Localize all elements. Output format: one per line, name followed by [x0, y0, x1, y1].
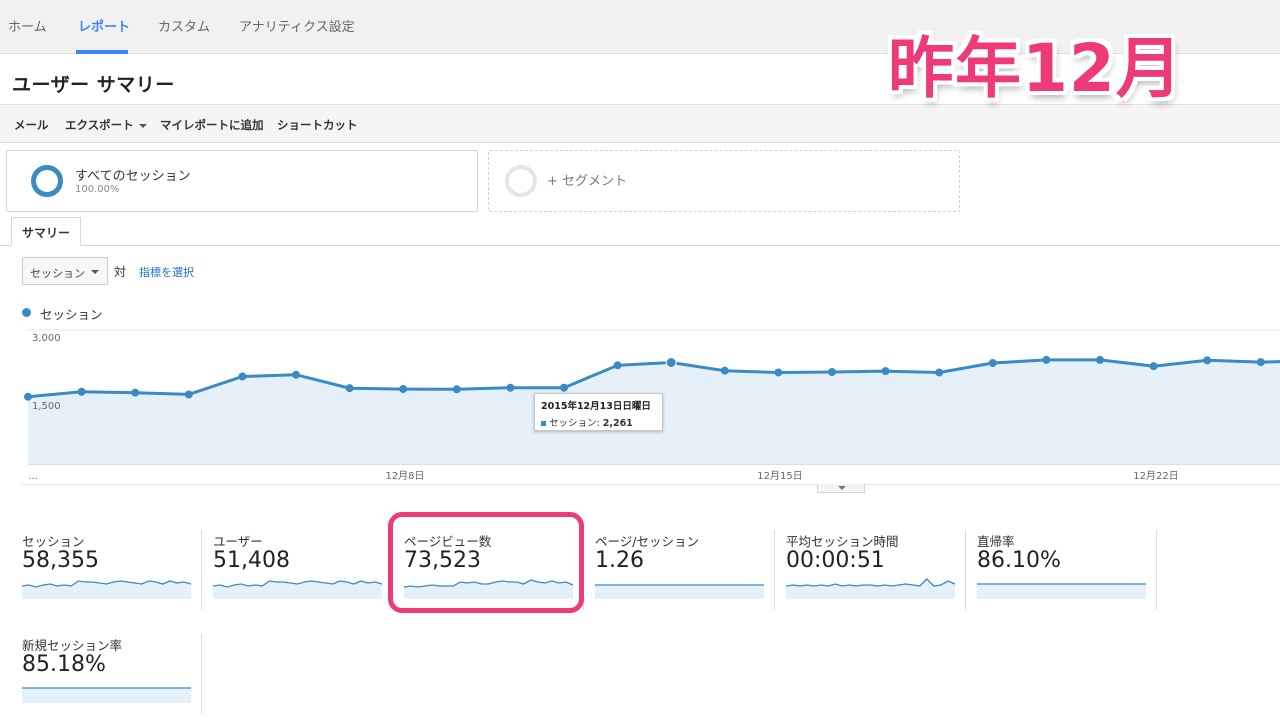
data-point: [184, 390, 193, 399]
tab-home[interactable]: ホーム: [8, 16, 47, 35]
data-point: [1203, 356, 1212, 365]
chart-tooltip: 2015年12月13日日曜日 セッション: 2,261: [534, 393, 663, 431]
data-point: [935, 368, 944, 377]
legend-label: セッション: [40, 307, 103, 322]
x-tick-label: 12月22日: [1133, 470, 1178, 482]
data-point: [506, 383, 515, 392]
data-point: [1149, 362, 1158, 371]
scorecard[interactable]: 直帰率 86.10%: [977, 531, 1163, 611]
add-segment-label: + セグメント: [547, 174, 628, 189]
active-tab-indicator: [76, 50, 128, 54]
data-point: [613, 361, 622, 370]
scorecard-divider: [201, 634, 202, 714]
data-point: [828, 368, 836, 377]
scorecard-value: 58,355: [22, 548, 99, 573]
scorecard-sparkline: [595, 584, 764, 599]
scorecard-divider: [965, 530, 966, 610]
tab-analytics-settings[interactable]: アナリティクス設定: [239, 16, 355, 35]
pick-metric-link[interactable]: 指標を選択: [139, 264, 194, 280]
scorecard-divider: [1156, 530, 1157, 610]
tab-custom[interactable]: カスタム: [158, 16, 210, 35]
metric-select[interactable]: セッション: [22, 257, 108, 285]
sparkline-area: [595, 585, 764, 599]
segment-percent: 100.00%: [75, 184, 120, 195]
sparkline-area: [977, 584, 1146, 599]
chevron-down-icon: [91, 270, 99, 274]
data-point: [292, 370, 300, 379]
scorecard[interactable]: 新規セッション率 85.18%: [22, 635, 208, 715]
scorecard-sparkline: [977, 583, 1146, 599]
scorecard-divider: [201, 530, 202, 610]
add-to-my-report-button[interactable]: マイレポートに追加: [160, 117, 264, 133]
scorecard-value: 86.10%: [977, 548, 1061, 573]
data-point: [1256, 358, 1265, 367]
mail-button[interactable]: メール: [14, 117, 49, 133]
y-tick-label: 1,500: [32, 401, 61, 412]
data-point: [24, 392, 32, 401]
scorecard-value: 85.18%: [22, 652, 106, 677]
chevron-down-icon: [838, 486, 846, 490]
scorecard-sparkline: [786, 578, 955, 599]
chart-bottom-border: [22, 484, 1280, 485]
scorecard-sparkline: [22, 687, 191, 703]
export-label: エクスポート: [65, 118, 134, 132]
series-square-icon: [541, 421, 546, 426]
data-point: [881, 367, 890, 376]
segment-ring-icon: [31, 165, 63, 197]
tooltip-value-row: セッション: 2,261: [541, 415, 656, 429]
report-toolbar: メール エクスポート マイレポートに追加 ショートカット: [0, 105, 1280, 143]
export-button[interactable]: エクスポート: [65, 117, 147, 133]
scorecard-value: 51,408: [213, 548, 290, 573]
data-point: [345, 384, 354, 393]
scorecard-divider: [774, 530, 775, 610]
x-tick-label: 12月8日: [385, 470, 424, 482]
pageviews-highlight-frame: [388, 512, 584, 613]
scorecard-sparkline: [213, 580, 382, 599]
data-point: [988, 359, 997, 368]
scorecard[interactable]: セッション 58,355: [22, 531, 208, 611]
segment-name: すべてのセッション: [75, 169, 191, 184]
tooltip-label: セッション:: [549, 418, 600, 429]
tab-summary[interactable]: サマリー: [11, 217, 81, 246]
chart-collapse-button[interactable]: [817, 484, 865, 493]
x-tick-label: …: [28, 471, 38, 482]
scorecard[interactable]: ユーザー 51,408: [213, 531, 399, 611]
tab-reports[interactable]: レポート: [78, 16, 130, 35]
versus-label: 対: [114, 265, 127, 279]
tooltip-value: 2,261: [602, 418, 633, 429]
tab-divider: [0, 245, 1280, 246]
sparkline-area: [22, 688, 191, 703]
metric-select-value: セッション: [30, 267, 85, 280]
x-tick-label: 12月15日: [757, 470, 802, 482]
data-point: [1042, 355, 1051, 364]
data-point: [774, 368, 783, 377]
data-point: [452, 385, 461, 394]
data-point: [1096, 355, 1104, 364]
scorecard-sparkline: [22, 580, 191, 599]
shortcut-button[interactable]: ショートカット: [277, 117, 358, 133]
data-point: [720, 366, 729, 375]
empty-segment-ring-icon: [505, 165, 537, 197]
page-title: ユーザー サマリー: [12, 74, 175, 96]
data-point: [665, 357, 677, 369]
data-point: [77, 387, 86, 396]
add-segment-button[interactable]: + セグメント: [488, 150, 960, 212]
segment-all-sessions[interactable]: すべてのセッション 100.00%: [6, 150, 478, 212]
scorecard-value: 00:00:51: [786, 548, 885, 573]
tooltip-date: 2015年12月13日日曜日: [541, 401, 651, 412]
legend-dot-icon: [22, 308, 31, 317]
scorecard-value: 1.26: [595, 548, 644, 573]
scorecard[interactable]: ページ/セッション 1.26: [595, 531, 781, 611]
data-point: [238, 372, 247, 381]
data-point: [560, 383, 568, 392]
chevron-down-icon: [138, 123, 147, 128]
y-tick-label: 3,000: [32, 333, 61, 344]
overlay-title: 昨年12月: [888, 30, 1183, 107]
data-point: [399, 385, 408, 394]
data-point: [131, 388, 140, 397]
scorecard[interactable]: 平均セッション時間 00:00:51: [786, 531, 972, 611]
